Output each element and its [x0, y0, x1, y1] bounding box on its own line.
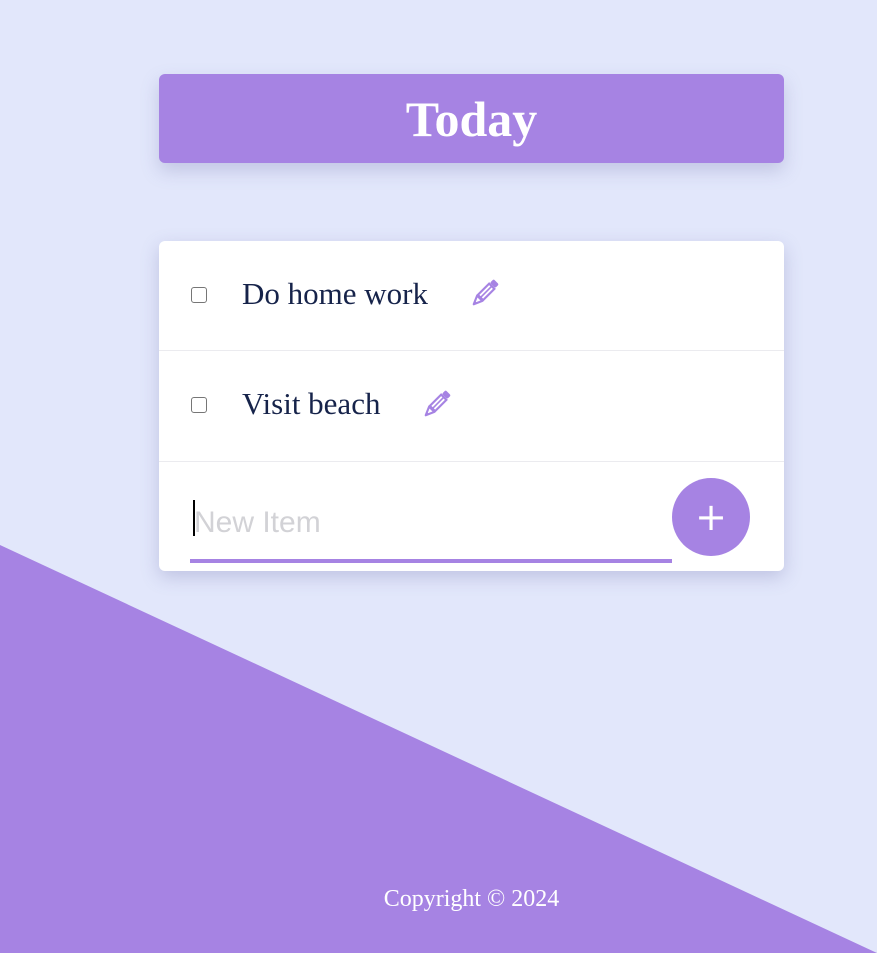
item-checkbox[interactable] — [191, 397, 207, 413]
item-checkbox[interactable] — [191, 287, 207, 303]
input-underline — [190, 559, 672, 563]
new-item-form: + — [159, 462, 784, 571]
add-item-button[interactable]: + — [672, 478, 750, 556]
list-item: Visit beach — [159, 351, 784, 462]
page-title: Today — [405, 90, 538, 147]
header-banner: Today — [159, 74, 784, 163]
item-label: Do home work — [242, 276, 428, 311]
new-item-input[interactable] — [190, 486, 672, 559]
footer-copyright: Copyright © 2024 — [383, 886, 560, 912]
pencil-icon[interactable] — [468, 276, 502, 310]
text-caret — [193, 500, 195, 536]
list-item: Do home work — [159, 241, 784, 351]
pencil-icon[interactable] — [420, 387, 454, 421]
todo-list-card: Do home work Visit beach New Item + — [159, 241, 784, 571]
item-label: Visit beach — [242, 386, 381, 421]
new-item-input-wrapper — [190, 486, 672, 563]
